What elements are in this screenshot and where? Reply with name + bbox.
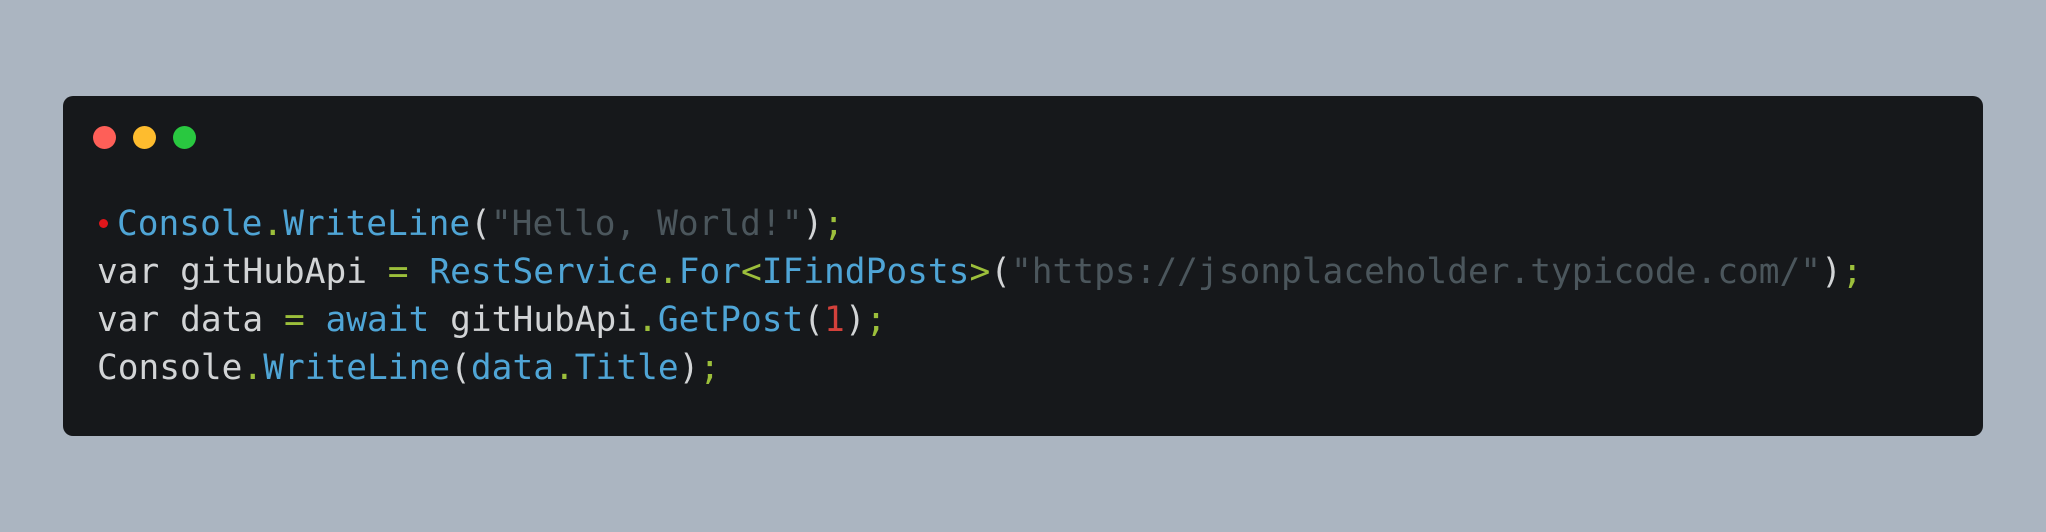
window-controls xyxy=(93,126,196,149)
code-token-punctuation: . xyxy=(637,300,658,340)
code-window: Console.WriteLine("Hello, World!"); var g… xyxy=(63,96,1983,436)
code-token-text: ( xyxy=(470,204,491,244)
code-token-text: ( xyxy=(450,348,471,388)
code-token-text: ( xyxy=(803,300,825,340)
code-token-text: gitHubApi xyxy=(429,300,638,340)
code-token-text: ( xyxy=(990,252,1011,292)
code-token-punctuation: = xyxy=(387,252,409,292)
code-line: var gitHubApi = RestService.For<IFindPos… xyxy=(97,248,1863,296)
code-token-punctuation: . xyxy=(242,348,264,388)
code-token-punctuation: ; xyxy=(1841,252,1863,292)
code-token-punctuation: > xyxy=(969,252,991,292)
code-token-identifier: GetPost xyxy=(657,300,804,340)
code-line: var data = await gitHubApi.GetPost(1); xyxy=(97,296,1863,344)
code-token-punctuation: ; xyxy=(865,300,887,340)
code-token-punctuation: < xyxy=(740,252,762,292)
code-token-text: ) xyxy=(678,348,700,388)
page: { "window": { "controls": [ {"name": "cl… xyxy=(0,0,2046,532)
code-token-string: "Hello, World!" xyxy=(490,204,803,244)
close-dot-icon[interactable] xyxy=(93,126,116,149)
code-token-punctuation: ; xyxy=(699,348,721,388)
code-token-punctuation: = xyxy=(283,300,305,340)
code-token-text: ) xyxy=(1821,252,1842,292)
code-token-text: ) xyxy=(802,204,824,244)
code-line: Console.WriteLine("Hello, World!"); xyxy=(97,200,1863,248)
minimize-dot-icon[interactable] xyxy=(133,126,156,149)
code-token-number: 1 xyxy=(824,300,845,340)
code-token-string: "https://jsonplaceholder.typicode.com/" xyxy=(1011,252,1822,292)
code-token-identifier: await xyxy=(325,300,430,340)
code-token-punctuation: . xyxy=(262,204,284,244)
code-token-identifier: WriteLine xyxy=(283,204,471,244)
code-line: Console.WriteLine(data.Title); xyxy=(97,344,1863,392)
code-token-text: Console xyxy=(97,348,243,388)
breakpoint-marker-icon[interactable] xyxy=(99,219,108,228)
code-token-identifier: Title xyxy=(574,348,679,388)
code-token-punctuation: . xyxy=(657,252,679,292)
code-token-identifier: WriteLine xyxy=(263,348,451,388)
code-token-identifier: Console xyxy=(117,204,263,244)
code-token-text: var gitHubApi xyxy=(97,252,388,292)
code-token-identifier: IFindPosts xyxy=(761,252,970,292)
code-token-identifier: data xyxy=(470,348,554,388)
code-token-punctuation: . xyxy=(554,348,575,388)
code-token-identifier: For xyxy=(678,252,741,292)
code-block: Console.WriteLine("Hello, World!"); var g… xyxy=(97,200,1863,392)
maximize-dot-icon[interactable] xyxy=(173,126,196,149)
code-token-identifier: RestService xyxy=(429,252,658,292)
code-token-text: var data xyxy=(97,300,284,340)
code-token-text: ) xyxy=(844,300,866,340)
code-token-punctuation: ; xyxy=(823,204,845,244)
